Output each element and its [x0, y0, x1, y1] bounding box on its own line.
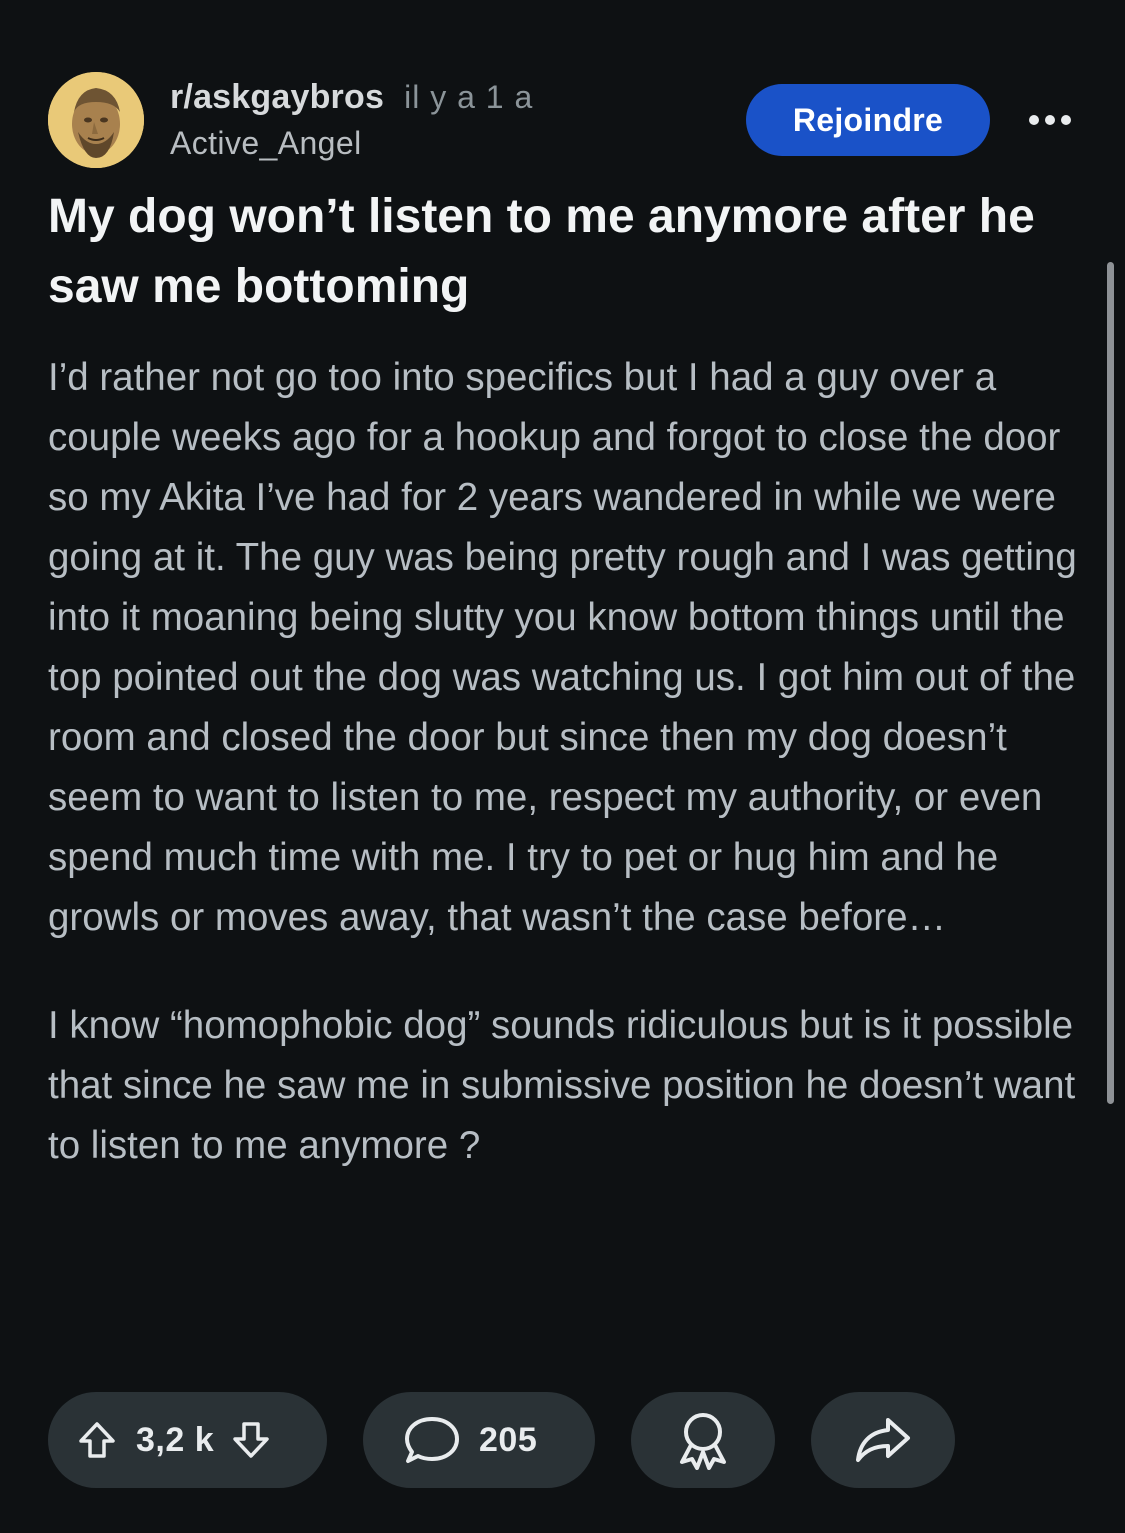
vote-pill: 3,2 k — [48, 1392, 327, 1488]
share-arrow-icon — [856, 1418, 910, 1462]
bust-statue-icon — [48, 72, 144, 168]
post-meta: r/askgaybros il y a 1 a Active_Angel — [170, 74, 533, 166]
award-button[interactable] — [631, 1392, 775, 1488]
more-options-button[interactable] — [1022, 100, 1078, 140]
join-button[interactable]: Rejoindre — [746, 84, 990, 156]
body-paragraph: I know “homophobic dog” sounds ridiculou… — [48, 1004, 1076, 1167]
share-button[interactable] — [811, 1392, 955, 1488]
post-time: il y a 1 a — [404, 79, 534, 115]
speech-bubble-icon — [405, 1417, 459, 1463]
subreddit-avatar[interactable] — [48, 72, 144, 168]
meta-line: r/askgaybros il y a 1 a — [170, 74, 533, 120]
vote-count: 3,2 k — [136, 1420, 215, 1459]
more-horizontal-icon — [1029, 115, 1071, 125]
author-name[interactable]: Active_Angel — [170, 120, 533, 166]
comment-count: 205 — [479, 1420, 538, 1459]
downvote-arrow-icon — [233, 1422, 269, 1458]
award-ribbon-icon — [680, 1413, 726, 1470]
post-title: My dog won’t listen to me anymore after … — [48, 190, 1035, 313]
post-body: I’d rather not go too into specifics but… — [48, 348, 1093, 1176]
post-header: r/askgaybros il y a 1 a Active_Angel Rejo… — [48, 72, 1078, 168]
upvote-button[interactable] — [76, 1419, 118, 1461]
body-paragraph: I’d rather not go too into specifics but… — [48, 356, 1077, 939]
comments-button[interactable]: 205 — [363, 1392, 595, 1488]
upvote-arrow-icon — [79, 1422, 115, 1458]
downvote-button[interactable] — [230, 1419, 272, 1461]
scrollbar[interactable] — [1107, 262, 1114, 1104]
subreddit-name[interactable]: r/askgaybros — [170, 78, 384, 116]
